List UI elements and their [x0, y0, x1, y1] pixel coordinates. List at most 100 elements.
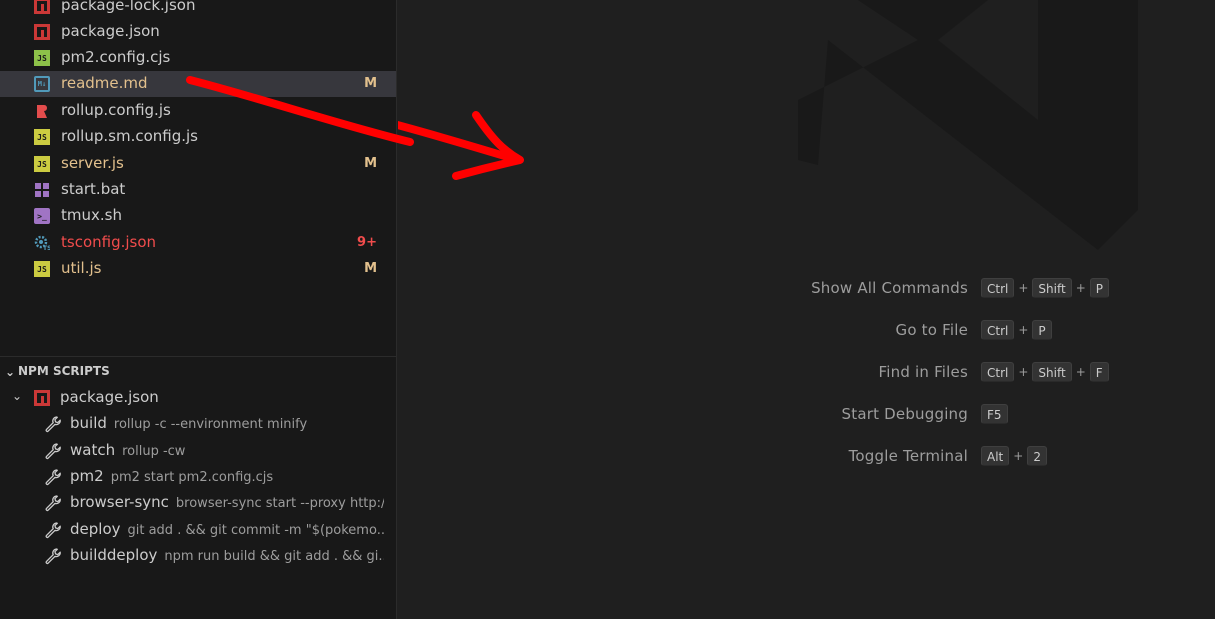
key-cap: Ctrl	[981, 320, 1015, 340]
section-divider	[0, 356, 396, 357]
keybinding: Ctrl + P	[981, 320, 1056, 340]
keybinding: F5	[981, 404, 1012, 424]
welcome-command-label: Go to File	[895, 321, 968, 339]
git-status-badge: M	[364, 156, 377, 171]
plus-separator: +	[1075, 365, 1086, 379]
plus-separator: +	[1075, 281, 1086, 295]
welcome-command-label: Start Debugging	[841, 405, 968, 423]
npm-script-command: rollup -cw	[122, 444, 186, 459]
plus-separator: +	[1018, 365, 1029, 379]
keybinding: Alt +2	[981, 446, 1051, 466]
key-cap: Alt	[981, 446, 1010, 466]
plus-separator: +	[1018, 281, 1029, 295]
rollup-icon	[34, 103, 50, 119]
key-cap: Ctrl	[981, 362, 1015, 382]
file-label: tsconfig.json	[61, 233, 157, 251]
js-icon: JS	[34, 261, 50, 277]
npm-script-row[interactable]: watch rollup -cw	[0, 438, 396, 464]
file-row[interactable]: M↓ readme.md M	[0, 71, 396, 97]
file-row[interactable]: >_ tmux.sh	[0, 203, 396, 229]
sidebar: package-lock.json package.json JS pm2.confi…	[0, 0, 397, 619]
plus-separator: +	[1013, 449, 1024, 463]
npm-script-name: browser-sync	[70, 493, 169, 511]
file-row[interactable]: JS rollup.sm.config.js	[0, 124, 396, 150]
git-status-badge: 9+	[357, 235, 377, 250]
js-icon-green: JS	[34, 50, 50, 66]
file-label: server.js	[61, 154, 124, 172]
git-status-badge: M	[364, 261, 377, 276]
markdown-icon: M↓	[34, 76, 50, 92]
key-cap: Shift	[1032, 278, 1072, 298]
file-row[interactable]: package.json	[0, 19, 396, 45]
file-row[interactable]: package-lock.json	[0, 0, 396, 19]
key-cap: F	[1089, 362, 1109, 382]
npm-package-label: package.json	[60, 388, 159, 406]
welcome-command-row: Go to File Ctrl + P	[398, 318, 1215, 342]
file-row[interactable]: rollup.config.js	[0, 98, 396, 124]
git-status-badge: M	[364, 76, 377, 91]
npm-script-row[interactable]: build rollup -c --environment minify	[0, 411, 396, 437]
windows-icon	[34, 182, 50, 198]
key-cap: Shift	[1032, 362, 1072, 382]
file-label: package-lock.json	[61, 0, 196, 14]
npm-icon	[34, 0, 50, 14]
file-label: readme.md	[61, 74, 148, 92]
file-label: util.js	[61, 259, 102, 277]
file-row[interactable]: JS util.js M	[0, 256, 396, 282]
npm-script-name: deploy	[70, 520, 121, 538]
welcome-command-label: Toggle Terminal	[848, 447, 968, 465]
npm-icon	[34, 390, 50, 406]
npm-script-name: pm2	[70, 467, 104, 485]
welcome-command-label: Show All Commands	[811, 279, 968, 297]
welcome-command-row: Find in Files Ctrl + Shift + F	[398, 360, 1215, 384]
plus-separator: +	[1018, 323, 1029, 337]
file-label: rollup.config.js	[61, 101, 171, 119]
npm-script-command: pm2 start pm2.config.cjs	[110, 470, 274, 485]
key-cap: 2	[1027, 446, 1047, 466]
svg-text:TS: TS	[43, 245, 50, 251]
file-row[interactable]: JS pm2.config.cjs	[0, 45, 396, 71]
npm-script-command: git add . && git commit -m "$(pokemo...	[127, 523, 385, 538]
wrench-icon	[44, 442, 62, 460]
wrench-icon	[44, 547, 62, 565]
file-label: tmux.sh	[61, 206, 122, 224]
welcome-command-row: Show All Commands Ctrl + Shift + P	[398, 276, 1215, 300]
keybinding: Ctrl + Shift + P	[981, 278, 1113, 298]
red-arrow-annotation	[398, 111, 524, 180]
js-icon: JS	[34, 156, 50, 172]
npm-script-row[interactable]: deploy git add . && git commit -m "$(poke…	[0, 517, 396, 543]
npm-script-row[interactable]: builddeploy npm run build && git add . &&…	[0, 543, 396, 569]
file-label: package.json	[61, 22, 160, 40]
npm-script-name: build	[70, 414, 107, 432]
file-label: pm2.config.cjs	[61, 48, 171, 66]
welcome-command-row: Start Debugging F5	[398, 402, 1215, 426]
file-row[interactable]: start.bat	[0, 177, 396, 203]
editor-area: Show All Commands Ctrl + Shift + P Go to File C…	[398, 0, 1215, 619]
wrench-icon	[44, 521, 62, 539]
chevron-down-icon: ⌄	[11, 389, 23, 403]
file-row[interactable]: JS server.js M	[0, 151, 396, 177]
npm-script-command: rollup -c --environment minify	[113, 417, 308, 432]
key-cap: F5	[981, 404, 1008, 424]
npm-script-name: builddeploy	[70, 546, 158, 564]
js-icon: JS	[34, 129, 50, 145]
npm-icon	[34, 24, 50, 40]
npm-scripts-header[interactable]: ⌄ NPM SCRIPTS	[0, 361, 396, 383]
npm-script-command: npm run build && git add . && gi...	[164, 549, 384, 564]
keybinding: Ctrl + Shift + F	[981, 362, 1113, 382]
npm-scripts-title: NPM SCRIPTS	[18, 364, 110, 378]
npm-script-row[interactable]: pm2 pm2 start pm2.config.cjs	[0, 464, 396, 490]
npm-package-row[interactable]: ⌄ package.json	[0, 385, 396, 411]
tsconfig-gear-icon: TS	[34, 235, 50, 251]
file-label: start.bat	[61, 180, 126, 198]
npm-script-command: browser-sync start --proxy http:/...	[175, 496, 384, 511]
file-row[interactable]: TS tsconfig.json 9+	[0, 230, 396, 256]
key-cap: P	[1089, 278, 1110, 298]
npm-script-row[interactable]: browser-sync browser-sync start --proxy h…	[0, 490, 396, 516]
file-label: rollup.sm.config.js	[61, 127, 198, 145]
terminal-icon: >_	[34, 208, 50, 224]
welcome-command-label: Find in Files	[878, 363, 968, 381]
chevron-down-icon: ⌄	[4, 365, 16, 379]
wrench-icon	[44, 468, 62, 486]
key-cap: Ctrl	[981, 278, 1015, 298]
